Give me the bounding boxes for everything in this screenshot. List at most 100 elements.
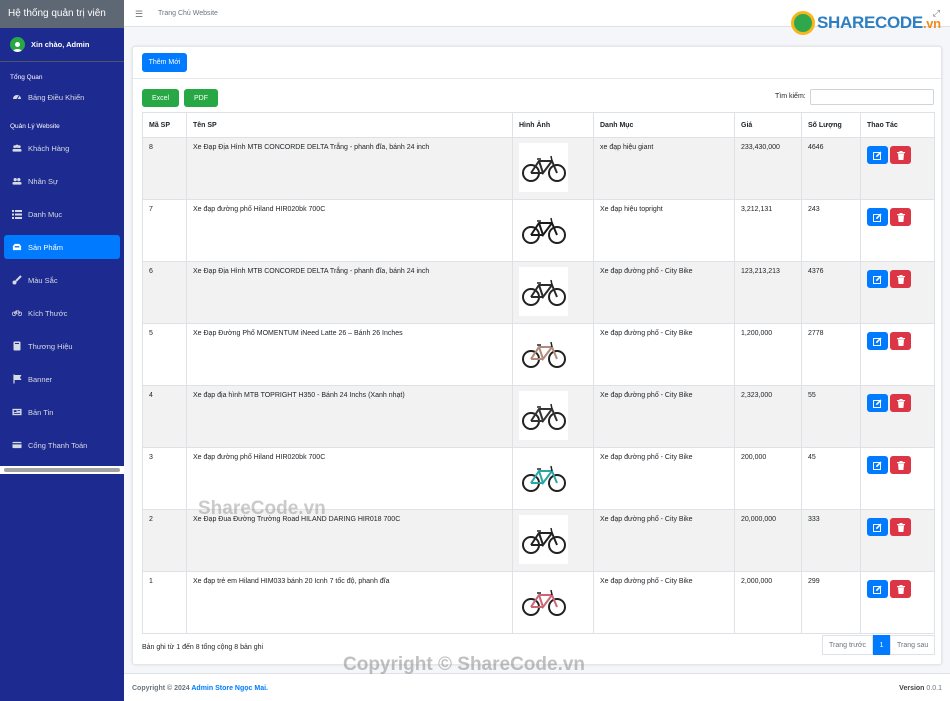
trash-icon [896,212,905,222]
dashboard-icon [12,92,22,102]
column-header[interactable]: Hình Ảnh [512,112,594,138]
edit-button[interactable] [867,270,888,288]
nav-item-customers[interactable]: Khách Hàng [4,136,120,160]
table-info: Bản ghi từ 1 đến 8 tổng cộng 8 bản ghi [142,644,264,651]
trash-icon [896,584,905,594]
nav-item-products[interactable]: Sản Phẩm [4,235,120,259]
brush-icon [12,275,22,285]
store-link[interactable]: Admin Store Ngọc Mai. [191,685,268,692]
delete-button[interactable] [890,208,911,226]
search-input[interactable] [810,89,934,105]
cell-image [512,571,594,634]
nav-item-brands[interactable]: Thương Hiệu [4,334,120,358]
pagination: Trang trước 1 Trang sau [822,635,936,655]
cell-name: Xe Đạp Đường Phố MOMENTUM iNeed Latte 26… [186,323,513,386]
edit-icon [873,213,882,222]
add-new-button[interactable]: Thêm Mới [142,53,187,72]
menu-toggle-icon[interactable]: ☰ [135,9,143,20]
column-header[interactable]: Danh Mục [593,112,735,138]
cell-name: Xe Đạp Địa Hình MTB CONCORDE DELTA Trắng… [186,137,513,200]
nav-item-payment[interactable]: Cổng Thanh Toán [4,433,120,457]
products-table: Mã SP Tên SP Hình Ảnh Danh Mục Giá Số Lư… [142,112,935,634]
user-greeting[interactable]: Xin chào, Admin [31,40,89,49]
edit-icon [873,151,882,160]
delete-button[interactable] [890,270,911,288]
nav-item-news[interactable]: Bản Tin [4,400,120,424]
column-header[interactable]: Giá [734,112,802,138]
cell-quantity: 299 [801,571,861,634]
edit-button[interactable] [867,518,888,536]
bicycle-image-icon [521,279,566,306]
nav-label: Nhân Sự [28,176,59,186]
sidebar-scrollbar[interactable] [0,466,124,474]
edit-button[interactable] [867,580,888,598]
edit-button[interactable] [867,394,888,412]
column-header[interactable]: Mã SP [142,112,187,138]
prev-page-button[interactable]: Trang trước [822,635,874,655]
nav-item-banner[interactable]: Banner [4,367,120,391]
edit-button[interactable] [867,208,888,226]
table-row: 5 Xe Đạp Đường Phố MOMENTUM iNeed Latte … [142,323,935,386]
column-header[interactable]: Tên SP [186,112,513,138]
cell-image [512,137,594,200]
edit-button[interactable] [867,146,888,164]
list-icon [12,209,22,219]
cell-image [512,323,594,386]
scrollbar-thumb[interactable] [4,468,120,472]
bicycle-image-icon [521,527,566,554]
column-header[interactable]: Thao Tác [860,112,935,138]
nav-header-overview: Tổng Quan [10,74,43,81]
bicycle-image-icon [521,341,566,368]
cell-category: Xe đạp đường phố - City Bike [593,323,735,386]
cell-category: Xe đạp đường phố - City Bike [593,385,735,448]
cell-price: 233,430,000 [734,137,802,200]
edit-button[interactable] [867,332,888,350]
column-header[interactable]: Số Lượng [801,112,861,138]
nav-item-categories[interactable]: Danh Mục [4,202,120,226]
brand-title[interactable]: Hệ thống quản trị viên [0,0,124,28]
cell-category: Xe đạp đường phố - City Bike [593,261,735,324]
cell-actions [860,323,935,386]
edit-icon [873,461,882,470]
trash-icon [896,150,905,160]
delete-button[interactable] [890,332,911,350]
delete-button[interactable] [890,580,911,598]
nav-label: Banner [28,374,53,384]
cell-quantity: 333 [801,509,861,572]
sharecode-logo: SHARECODE.vn [791,11,941,35]
table-header-row: Mã SP Tên SP Hình Ảnh Danh Mục Giá Số Lư… [142,112,935,138]
sidebar: Hệ thống quản trị viên Xin chào, Admin T… [0,0,124,701]
home-website-link[interactable]: Trang Chủ Website [158,10,218,17]
delete-button[interactable] [890,518,911,536]
edit-icon [873,275,882,284]
export-excel-button[interactable]: Excel [142,89,179,107]
edit-button[interactable] [867,456,888,474]
export-pdf-button[interactable]: PDF [184,89,218,107]
cell-image [512,261,594,324]
delete-button[interactable] [890,456,911,474]
nav-item-staff[interactable]: Nhân Sự [4,169,120,193]
bicycle-image-icon [521,155,566,182]
cell-id: 2 [142,509,187,572]
nav-item-sizes[interactable]: Kích Thước [4,301,120,325]
trash-icon [896,398,905,408]
nav-item-dashboard[interactable]: Bảng Điều Khiển [4,85,120,109]
cell-price: 123,213,213 [734,261,802,324]
footer-copyright: Copyright © 2024 Admin Store Ngọc Mai. [132,685,268,692]
nav-label: Cổng Thanh Toán [28,440,88,450]
flag-icon [12,374,22,384]
nav-item-colors[interactable]: Màu Sắc [4,268,120,292]
delete-button[interactable] [890,146,911,164]
newspaper-icon [12,407,22,417]
table-row: 8 Xe Đạp Địa Hình MTB CONCORDE DELTA Trắ… [142,137,935,200]
cell-id: 4 [142,385,187,448]
cell-price: 200,000 [734,447,802,510]
cell-quantity: 55 [801,385,861,448]
cell-price: 3,212,131 [734,199,802,262]
page-1-button[interactable]: 1 [873,635,891,655]
delete-button[interactable] [890,394,911,412]
bicycle-image-icon [521,589,566,616]
cell-actions [860,261,935,324]
box-icon [12,242,22,252]
next-page-button[interactable]: Trang sau [890,635,936,655]
